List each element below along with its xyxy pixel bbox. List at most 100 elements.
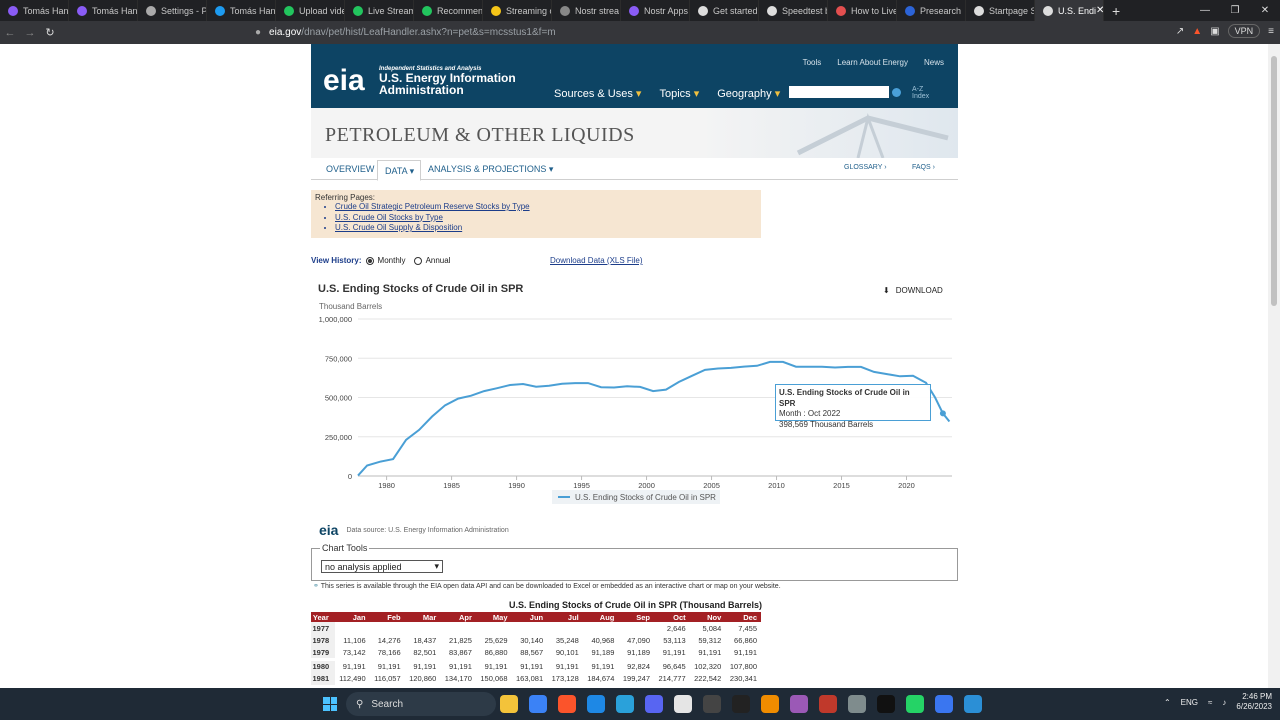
referring-link[interactable]: Crude Oil Strategic Petroleum Reserve St… [335,202,757,213]
browser-tab[interactable]: Streaming o [483,0,552,21]
table-cell: 92,824 [618,658,655,672]
table-cell: 91,191 [511,658,548,672]
taskbar-search[interactable]: ⚲ Search [346,692,496,716]
signal-icon[interactable] [935,695,953,713]
browser-tab[interactable]: U.S. Endi ✕ [1035,0,1104,21]
table-cell: 82,501 [413,648,437,657]
brave-icon[interactable] [558,695,576,713]
obs-icon[interactable] [732,695,750,713]
geography-menu[interactable]: Geography [717,87,780,100]
extensions-icon[interactable]: ▣ [1210,26,1219,37]
favicon-icon [146,5,156,16]
legend-label: U.S. Ending Stocks of Crude Oil in SPR [575,493,716,502]
clock[interactable]: 2:46 PM 6/26/2023 [1236,692,1272,712]
chrome-icon[interactable] [529,695,547,713]
favicon-icon [422,5,432,16]
tab-analysis[interactable]: ANALYSIS & PROJECTIONS ▾ [428,164,553,175]
browser-tab[interactable]: Speedtest b [759,0,828,21]
browser-tab[interactable]: Get started [690,0,759,21]
table-cell: 173,128 [551,673,579,683]
new-tab-icon[interactable]: + [1112,3,1120,19]
monthly-radio[interactable] [365,256,374,265]
analysis-select[interactable]: no analysis applied [321,560,443,573]
paint-icon[interactable] [964,695,982,713]
app-icon[interactable] [848,695,866,713]
annual-label[interactable]: Annual [426,256,451,265]
browser-tab[interactable]: Presearch [897,0,966,21]
whatsapp-icon[interactable] [906,695,924,713]
github-icon[interactable] [703,695,721,713]
url-path: /dnav/pet/hist/LeafHandler.ashx?n=pet&s=… [301,27,556,38]
restore-icon[interactable]: ❐ [1220,0,1250,21]
topics-menu[interactable]: Topics [659,87,699,100]
table-cell: 107,800 [725,658,761,672]
referring-link[interactable]: U.S. Crude Oil Supply & Disposition [335,223,757,234]
telegram-icon[interactable] [616,695,634,713]
taskbar: ⚲ Search ⌃ ENG ≈ ♪ 2:46 PM 6/26/2023 [0,688,1280,720]
url-field[interactable]: ● eia.gov /dnav/pet/hist/LeafHandler.ash… [255,24,965,41]
download-xls-link[interactable]: Download Data (XLS File) [550,256,642,265]
volume-icon[interactable]: ♪ [1222,698,1226,707]
address-bar: ← → ↻ ● eia.gov /dnav/pet/hist/LeafHandl… [0,21,1280,44]
app-icon[interactable] [819,695,837,713]
eia-logo[interactable]: eia [323,64,365,98]
close-window-icon[interactable]: ✕ [1250,0,1280,21]
az-index-link[interactable]: A-Z Index [912,86,929,100]
tools-menu[interactable]: Tools [803,58,822,67]
table-cell: 91,189 [591,648,615,657]
table-row: 1978 11,106 14,276 18,437 21,825 25,629 30,140… [311,634,761,647]
browser-tab[interactable]: Tomás Hand [69,0,138,21]
glossary-link[interactable]: GLOSSARY › [844,164,887,171]
menu-icon[interactable]: ≡ [1268,26,1274,37]
forward-icon[interactable]: → [20,27,40,39]
lang-indicator[interactable]: ENG [1181,698,1198,707]
browser-tab[interactable]: Tomás Hand [0,0,69,21]
table-cell [440,622,476,635]
browser-tab[interactable]: Nostr Apps [621,0,690,21]
system-tray: ⌃ ENG ≈ ♪ 2:46 PM 6/26/2023 [1164,692,1272,712]
browser-tab[interactable]: Settings - Pr [138,0,207,21]
tab-overview[interactable]: OVERVIEW [326,164,374,174]
browser-tab[interactable]: How to Live [828,0,897,21]
site-search-input[interactable] [789,86,889,98]
vlc-icon[interactable] [761,695,779,713]
table-cell: 66,860 [734,636,757,646]
tab-data[interactable]: DATA ▾ [377,160,421,181]
minimize-icon[interactable]: — [1190,0,1220,21]
sources-uses-menu[interactable]: Sources & Uses [554,87,641,100]
learn-menu[interactable]: Learn About Energy [837,58,908,67]
tradingview-icon[interactable] [877,695,895,713]
file-explorer-icon[interactable] [500,695,518,713]
windows-start-icon[interactable] [323,697,337,711]
page-scrollbar[interactable] [1268,44,1280,688]
share-icon[interactable]: ↗ [1176,26,1184,37]
monthly-label[interactable]: Monthly [378,256,406,265]
table-cell: 18,437 [413,636,437,646]
referring-link[interactable]: U.S. Crude Oil Stocks by Type [335,213,757,224]
back-icon[interactable]: ← [0,27,20,39]
tray-chevron-icon[interactable]: ⌃ [1164,698,1171,707]
eia-small-logo: eia [319,522,339,538]
browser-tab[interactable]: Startpage Se [966,0,1035,21]
discord-icon[interactable] [645,695,663,713]
wifi-icon[interactable]: ≈ [1208,698,1212,707]
browser-tab[interactable]: Nostr strea [552,0,621,21]
notes-icon[interactable] [587,695,605,713]
app-icon[interactable] [790,695,808,713]
reload-icon[interactable]: ↻ [40,26,60,39]
app-icon[interactable] [674,695,692,713]
table-cell: 30,140 [520,636,544,646]
browser-tab[interactable]: Tomás Hand [207,0,276,21]
vpn-button[interactable]: VPN [1227,24,1261,38]
column-header: Dec [725,612,761,622]
brave-shield-icon[interactable]: ▲ [1192,26,1202,37]
news-menu[interactable]: News [924,58,944,67]
browser-tab[interactable]: Recommend [414,0,483,21]
close-tab-icon[interactable]: ✕ [1096,5,1103,16]
browser-tab[interactable]: Upload vide [276,0,345,21]
search-go-button[interactable] [892,88,901,97]
chart-download-button[interactable]: ⬇ DOWNLOAD [883,286,943,295]
faqs-link[interactable]: FAQS › [912,164,935,171]
annual-radio[interactable] [413,256,422,265]
browser-tab[interactable]: Live Streami [345,0,414,21]
